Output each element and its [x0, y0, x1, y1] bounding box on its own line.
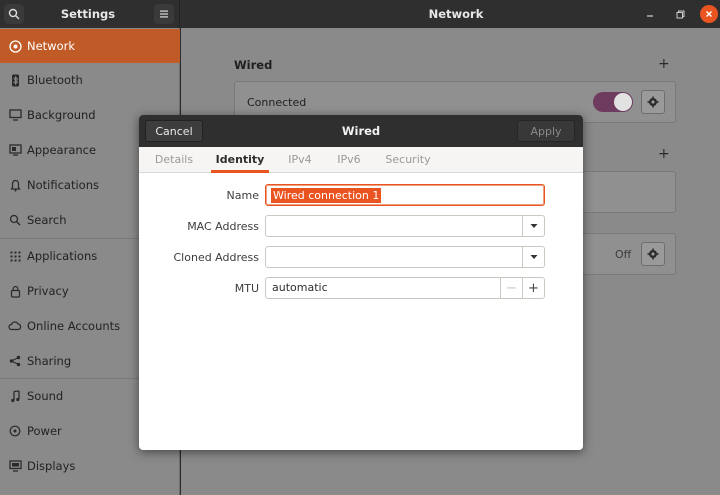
- settings-title: Settings: [60, 7, 116, 21]
- mtu-decrement-button[interactable]: −: [500, 278, 522, 298]
- sidebar-item-label: Appearance: [27, 143, 97, 157]
- wired-status: Connected: [247, 96, 307, 109]
- wired-toggle[interactable]: [593, 92, 633, 112]
- close-icon: [706, 11, 712, 17]
- dialog-header: Cancel Wired Apply: [139, 115, 583, 147]
- search-icon: [3, 214, 27, 226]
- name-label: Name: [226, 189, 259, 202]
- network-icon: [3, 39, 27, 53]
- proxy-settings-button[interactable]: [641, 242, 665, 266]
- mtu-label: MTU: [234, 282, 259, 295]
- tab-ipv4[interactable]: IPv4: [281, 147, 319, 173]
- gear-icon: [647, 248, 659, 260]
- add-wired-button[interactable]: +: [658, 56, 670, 72]
- mtu-value: automatic: [272, 281, 328, 294]
- menu-button[interactable]: [154, 4, 174, 24]
- chevron-down-icon: [530, 255, 537, 259]
- sidebar-item-label: Search: [27, 213, 67, 227]
- mac-address-combo[interactable]: [265, 215, 545, 237]
- title-bar: Settings Network: [0, 0, 720, 28]
- cloud-icon: [3, 321, 27, 331]
- search-icon: [8, 8, 20, 20]
- search-button[interactable]: [4, 4, 24, 24]
- mtu-spinbutton[interactable]: automatic − +: [265, 277, 545, 299]
- sidebar-item-label: Notifications: [27, 178, 99, 192]
- sidebar-item-label: Background: [27, 108, 96, 122]
- sidebar-item-label: Power: [27, 424, 62, 438]
- mac-address-label: MAC Address: [187, 220, 259, 233]
- sidebar-item-label: Privacy: [27, 284, 69, 298]
- add-vpn-button[interactable]: +: [658, 146, 670, 162]
- sidebar-item-displays[interactable]: Displays: [0, 449, 180, 483]
- sidebar-item-bluetooth[interactable]: Bluetooth: [0, 63, 180, 97]
- power-icon: [3, 425, 27, 437]
- dialog-tabs: Details Identity IPv4 IPv6 Security: [139, 147, 583, 173]
- maximize-button[interactable]: [671, 5, 689, 23]
- hamburger-icon: [160, 10, 168, 18]
- cloned-address-label: Cloned Address: [173, 251, 260, 264]
- close-button[interactable]: [700, 5, 718, 23]
- toggle-knob: [614, 93, 632, 111]
- sidebar-header: Settings: [0, 0, 180, 28]
- lock-icon: [3, 285, 27, 298]
- proxy-status: Off: [615, 248, 632, 261]
- monitor-icon: [3, 109, 27, 121]
- tab-security[interactable]: Security: [381, 147, 435, 173]
- sidebar-item-network[interactable]: Network: [0, 29, 180, 63]
- sidebar-item-label: Online Accounts: [27, 319, 121, 333]
- grid-icon: [3, 251, 27, 262]
- share-icon: [3, 355, 27, 367]
- sidebar-item-label: Bluetooth: [27, 73, 83, 87]
- wired-section-title: Wired: [234, 58, 273, 72]
- cloned-address-combo[interactable]: [265, 246, 545, 268]
- mac-dropdown-button[interactable]: [522, 216, 544, 236]
- gear-icon: [647, 96, 659, 108]
- cancel-button[interactable]: Cancel: [145, 120, 203, 142]
- minimize-button[interactable]: [641, 5, 659, 23]
- maximize-icon: [676, 10, 684, 18]
- tab-details[interactable]: Details: [149, 147, 199, 173]
- wired-dialog: Cancel Wired Apply Details Identity IPv4…: [139, 115, 583, 450]
- music-note-icon: [3, 389, 27, 403]
- minimize-icon: [647, 15, 653, 17]
- chevron-down-icon: [530, 224, 537, 228]
- wired-settings-button[interactable]: [641, 90, 665, 114]
- tab-identity[interactable]: Identity: [211, 147, 269, 173]
- name-value: Wired connection 1: [271, 188, 382, 203]
- name-field[interactable]: Wired connection 1: [265, 184, 545, 206]
- sidebar-item-label: Displays: [27, 459, 76, 473]
- cloned-dropdown-button[interactable]: [522, 247, 544, 267]
- bell-icon: [3, 179, 27, 192]
- appearance-icon: [3, 144, 27, 156]
- sidebar-item-label: Sound: [27, 389, 64, 403]
- page-title: Network: [428, 7, 484, 21]
- bluetooth-icon: [3, 74, 27, 87]
- tab-ipv6[interactable]: IPv6: [329, 147, 369, 173]
- sidebar-item-label: Network: [27, 39, 76, 53]
- sidebar-item-label: Sharing: [27, 354, 72, 368]
- display-icon: [3, 460, 27, 472]
- apply-button[interactable]: Apply: [517, 120, 575, 142]
- sidebar-item-label: Applications: [27, 249, 98, 263]
- mtu-increment-button[interactable]: +: [522, 278, 544, 298]
